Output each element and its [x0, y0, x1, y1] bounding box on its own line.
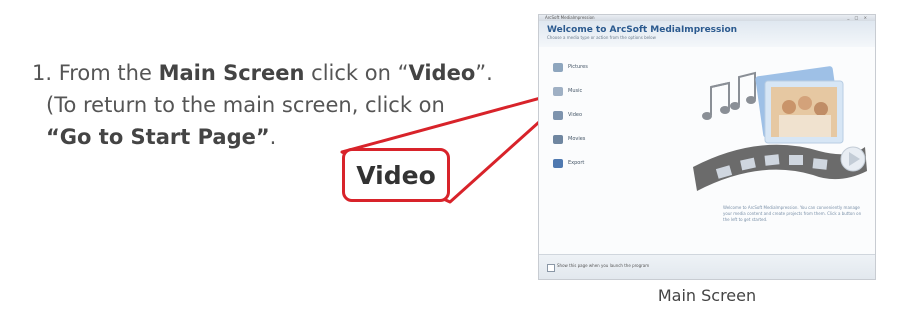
show-on-launch-label: Show this page when you launch the progr…	[557, 263, 650, 268]
text: click on “	[304, 61, 409, 85]
main-screen-emphasis: Main Screen	[158, 61, 305, 85]
app-header-title: Welcome to ArcSoft MediaImpression	[547, 25, 738, 35]
film-strip	[693, 144, 867, 191]
menu-item-music[interactable]: Music	[553, 79, 623, 103]
export-icon	[553, 158, 563, 168]
menu-item-label: Video	[568, 112, 583, 118]
video-callout: Video	[342, 148, 450, 202]
instruction-line-2: (To return to the main screen, click on	[46, 93, 445, 117]
window-titlebar: ArcSoft MediaImpression _ □ ×	[539, 15, 875, 21]
video-emphasis: Video	[408, 61, 476, 85]
video-callout-label: Video	[356, 160, 436, 190]
menu-item-pictures[interactable]: Pictures	[553, 55, 623, 79]
app-header: Welcome to ArcSoft MediaImpression Choos…	[539, 21, 875, 47]
instructions: 1. From the Main Screen click on “Video”…	[32, 57, 532, 153]
media-artwork	[693, 66, 867, 191]
instruction-line-3: “Go to Start Page”.	[32, 121, 532, 153]
menu-item-label: Movies	[568, 136, 586, 142]
video-icon	[553, 110, 563, 120]
window-title: ArcSoft MediaImpression	[545, 15, 595, 20]
menu-item-label: Pictures	[568, 64, 588, 70]
app-footer: Show this page when you launch the progr…	[539, 254, 875, 279]
menu-item-movies[interactable]: Movies	[553, 127, 623, 151]
app-menu: Pictures Music Video Movies Export	[553, 55, 623, 175]
text: .	[269, 125, 277, 149]
app-header-subtitle: Choose a media type or action from the o…	[547, 35, 656, 40]
movies-icon	[553, 134, 563, 144]
menu-item-video[interactable]: Video	[553, 103, 623, 127]
pictures-icon	[553, 62, 563, 72]
menu-item-label: Music	[568, 88, 583, 94]
instruction-line-1: 1. From the Main Screen click on “Video”…	[32, 57, 532, 89]
welcome-description: Welcome to ArcSoft MediaImpression. You …	[723, 205, 862, 222]
music-icon	[553, 86, 563, 96]
screenshot-caption: Main Screen	[657, 286, 757, 305]
go-to-start-page-emphasis: “Go to Start Page”	[46, 125, 270, 149]
menu-item-label: Export	[568, 160, 585, 166]
text: ”.	[475, 61, 493, 85]
main-screen-screenshot: ArcSoft MediaImpression _ □ × Welcome to…	[538, 14, 876, 280]
menu-item-export[interactable]: Export	[553, 151, 623, 175]
text: 1. From the	[32, 61, 159, 85]
window-controls: _ □ ×	[847, 15, 869, 20]
show-on-launch-checkbox[interactable]	[547, 264, 555, 272]
